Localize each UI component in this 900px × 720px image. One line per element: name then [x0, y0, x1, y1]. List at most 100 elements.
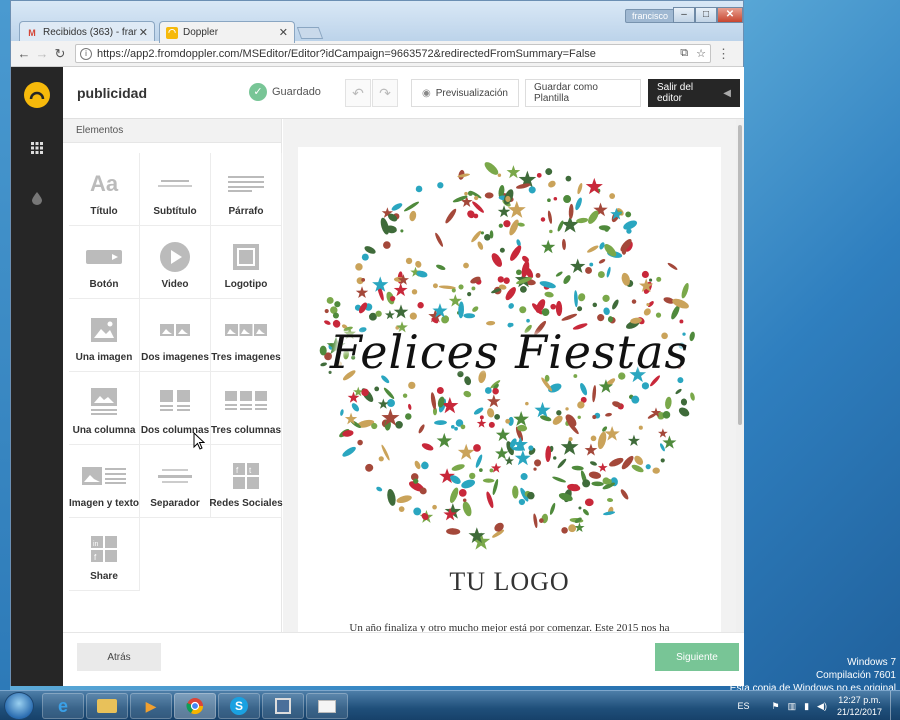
- info-icon[interactable]: i: [80, 47, 92, 60]
- profile-button[interactable]: francisco: [625, 9, 676, 23]
- start-button[interactable]: [4, 692, 34, 720]
- grid-icon[interactable]: [29, 142, 45, 158]
- flag-icon[interactable]: ⚑: [771, 701, 779, 712]
- element-label: Imagen y texto: [68, 498, 140, 509]
- element-one-column[interactable]: Una columna: [69, 372, 140, 445]
- maximize-button[interactable]: □: [695, 7, 717, 23]
- chrome-icon[interactable]: [174, 693, 216, 719]
- chrome-menu-icon[interactable]: ⋮: [717, 46, 730, 62]
- wreath-leaf: [657, 428, 668, 438]
- network-icon[interactable]: ▥: [788, 701, 797, 712]
- wreath-leaf: [555, 300, 563, 317]
- wreath-leaf: [413, 507, 422, 516]
- canvas-scrollbar[interactable]: [736, 119, 744, 632]
- mail-app-icon[interactable]: [306, 693, 348, 719]
- media-player-icon[interactable]: ▶: [130, 693, 172, 719]
- wreath-leaf: [462, 501, 472, 517]
- element-separator[interactable]: Separador: [140, 445, 211, 518]
- element-label: Tres columnas: [210, 425, 282, 436]
- exit-editor-button[interactable]: Salir del editor ◀: [648, 79, 740, 107]
- close-tab-icon[interactable]: ✕: [139, 26, 148, 39]
- url-input[interactable]: i https://app2.fromdoppler.com/MSEditor/…: [75, 44, 711, 63]
- check-icon: ✓: [249, 83, 267, 101]
- wreath-leaf: [463, 313, 476, 319]
- tab-strip: M Recibidos (363) - frank16 ✕ ◠ Doppler …: [11, 1, 743, 43]
- element-subtitle[interactable]: Subtítulo: [140, 153, 211, 226]
- next-button[interactable]: Siguiente: [655, 643, 739, 671]
- save-template-button[interactable]: Guardar como Plantilla: [525, 79, 641, 107]
- wreath-leaf: [510, 245, 522, 261]
- forward-arrow-icon[interactable]: →: [33, 46, 51, 61]
- wreath-leaf: [646, 302, 650, 307]
- wreath-leaf: [492, 387, 499, 395]
- wreath-leaf: [377, 398, 389, 409]
- translate-icon[interactable]: ⧉: [680, 47, 688, 60]
- undo-button[interactable]: ↶: [345, 79, 371, 107]
- wreath-leaf: [556, 410, 562, 416]
- wreath-leaf: [324, 308, 329, 314]
- paint-drop-icon[interactable]: [29, 192, 45, 208]
- video-editor-icon[interactable]: [262, 693, 304, 719]
- wreath-leaf: [391, 203, 403, 211]
- skype-icon[interactable]: S: [218, 693, 260, 719]
- wreath-leaf: [598, 259, 606, 264]
- wreath-leaf: [467, 292, 472, 297]
- redo-button[interactable]: ↷: [372, 79, 398, 107]
- close-tab-icon[interactable]: ✕: [279, 26, 288, 39]
- element-title[interactable]: Aa Título: [69, 153, 140, 226]
- wreath-leaf: [361, 278, 366, 282]
- wreath-leaf: [463, 262, 469, 269]
- wreath-leaf: [365, 463, 374, 472]
- tab-gmail[interactable]: M Recibidos (363) - frank16 ✕: [19, 21, 155, 43]
- wreath-leaf: [396, 495, 412, 504]
- minimize-button[interactable]: –: [673, 7, 695, 23]
- reload-icon[interactable]: ↻: [51, 46, 69, 62]
- doppler-logo[interactable]: [24, 82, 50, 108]
- wreath-leaf: [505, 418, 510, 424]
- element-image[interactable]: Una imagen: [69, 299, 140, 372]
- wreath-leaf: [541, 308, 550, 316]
- wreath-leaf: [487, 408, 495, 418]
- element-image-text[interactable]: Imagen y texto: [69, 445, 140, 518]
- back-button[interactable]: Atrás: [77, 643, 161, 671]
- element-paragraph[interactable]: Párrafo: [211, 153, 282, 226]
- explorer-icon[interactable]: [86, 693, 128, 719]
- element-video[interactable]: Video: [140, 226, 211, 299]
- bookmark-star-icon[interactable]: ☆: [696, 47, 706, 60]
- wreath-leaf: [411, 289, 418, 295]
- element-social[interactable]: f t Redes Sociales: [209, 445, 283, 518]
- element-share[interactable]: in f Share: [69, 518, 140, 591]
- close-window-button[interactable]: ✕: [717, 7, 743, 23]
- wreath-leaf: [549, 502, 556, 515]
- wreath-leaf: [441, 315, 450, 324]
- image-icon: [91, 314, 117, 346]
- element-two-images[interactable]: Dos imagenes: [140, 299, 211, 372]
- preview-button[interactable]: ◉ Previsualización: [411, 79, 519, 107]
- wreath-leaf: [590, 435, 597, 442]
- wreath-leaf: [378, 456, 384, 462]
- wreath-leaf: [544, 291, 554, 298]
- volume-icon[interactable]: ◀): [817, 701, 827, 712]
- paragraph-icon: [228, 168, 264, 200]
- element-label: Video: [161, 279, 189, 290]
- clock[interactable]: 12:27 p.m. 21/12/2017: [837, 694, 882, 718]
- signal-icon[interactable]: ▮: [804, 701, 809, 712]
- three-images-icon: [225, 314, 267, 346]
- scroll-thumb[interactable]: [738, 125, 742, 425]
- tab-doppler[interactable]: ◠ Doppler ✕: [159, 21, 295, 43]
- element-button[interactable]: Botón: [69, 226, 140, 299]
- show-desktop-button[interactable]: [890, 691, 900, 720]
- wreath-leaf: [675, 388, 682, 395]
- wreath-leaf: [463, 390, 472, 398]
- wreath-leaf: [436, 264, 446, 271]
- ie-icon[interactable]: e: [42, 693, 84, 719]
- element-logo[interactable]: Logotipo: [211, 226, 282, 299]
- language-indicator[interactable]: ES: [737, 701, 749, 711]
- eye-icon: ◉: [422, 87, 431, 99]
- email-preview[interactable]: Felices Fiestas TU LOGO Un año finaliza …: [298, 147, 721, 632]
- element-three-images[interactable]: Tres imagenes: [211, 299, 282, 372]
- back-arrow-icon[interactable]: ←: [15, 46, 33, 61]
- new-tab-button[interactable]: [296, 27, 324, 39]
- element-three-columns[interactable]: Tres columnas: [211, 372, 282, 445]
- wreath-leaf: [409, 210, 417, 222]
